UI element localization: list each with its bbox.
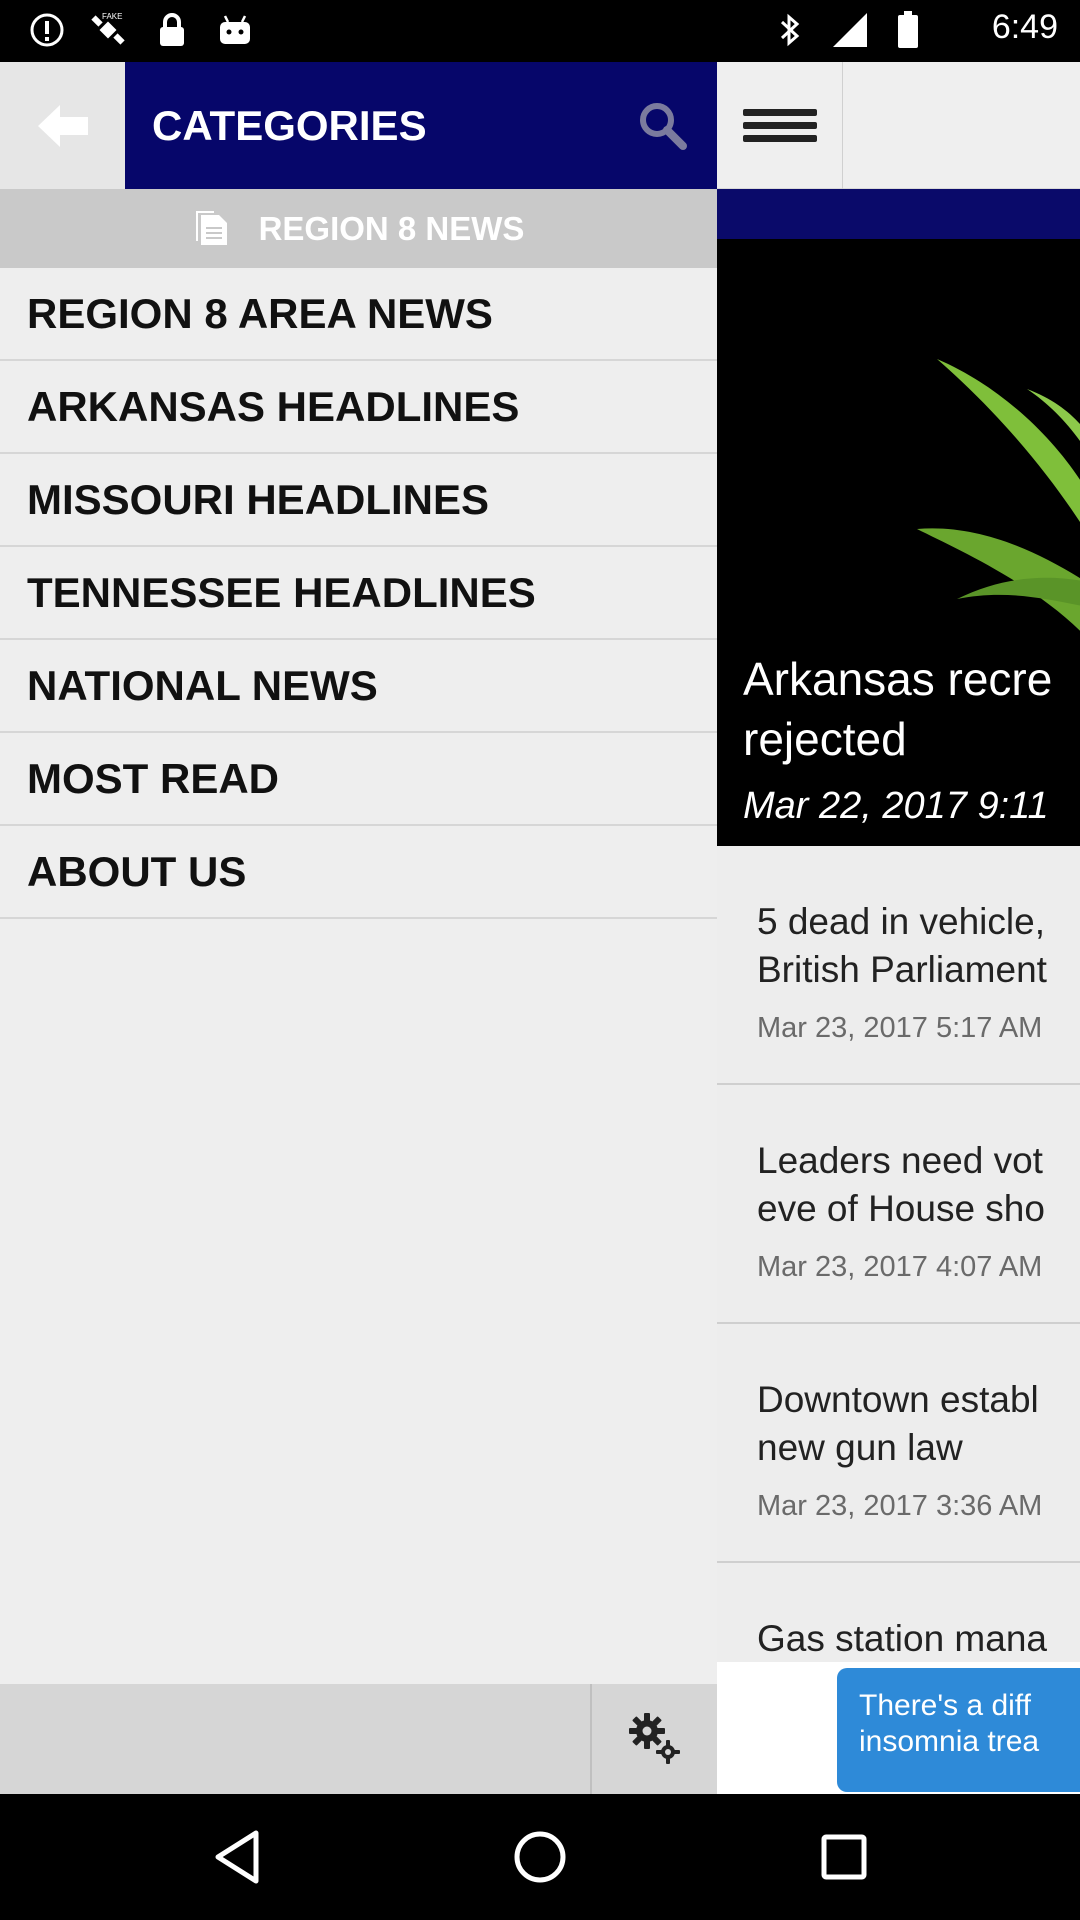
fake-gps-icon: FAKE bbox=[88, 10, 128, 50]
hero-title: Arkansas recre rejected bbox=[743, 653, 1053, 765]
status-time: 6:49 bbox=[991, 8, 1058, 46]
feed-banner bbox=[717, 189, 1080, 239]
alert-icon bbox=[27, 10, 67, 50]
story-item[interactable]: Downtown establ new gun law Mar 23, 2017… bbox=[717, 1324, 1080, 1563]
back-button[interactable] bbox=[0, 62, 125, 189]
svg-text:FAKE: FAKE bbox=[102, 12, 122, 21]
drawer-title: CATEGORIES bbox=[152, 102, 427, 149]
nav-recents-button[interactable] bbox=[814, 1827, 874, 1887]
menu-item-most-read[interactable]: MOST READ bbox=[0, 733, 717, 826]
drawer-header: CATEGORIES bbox=[0, 62, 717, 189]
menu-item-tennessee-headlines[interactable]: TENNESSEE HEADLINES bbox=[0, 547, 717, 640]
hamburger-icon bbox=[742, 103, 817, 148]
story-date: Mar 23, 2017 3:36 AM bbox=[757, 1490, 1043, 1522]
story-title: 5 dead in vehicle, British Parliament bbox=[757, 901, 1047, 990]
gears-icon bbox=[628, 1713, 680, 1764]
story-item[interactable]: Leaders need vot eve of House sho Mar 23… bbox=[717, 1085, 1080, 1324]
ad-banner[interactable]: There's a diff insomnia trea bbox=[717, 1662, 1080, 1794]
search-icon bbox=[640, 103, 687, 150]
battery-icon bbox=[888, 10, 928, 50]
story-title: Downtown establ new gun law bbox=[757, 1379, 1039, 1468]
ad-content: There's a diff insomnia trea bbox=[837, 1668, 1080, 1792]
story-date: Mar 23, 2017 5:17 AM bbox=[757, 1012, 1043, 1044]
menu-item-arkansas-headlines[interactable]: ARKANSAS HEADLINES bbox=[0, 361, 717, 454]
category-list: REGION 8 AREA NEWS ARKANSAS HEADLINES MI… bbox=[0, 268, 717, 919]
categories-bar: CATEGORIES bbox=[125, 62, 717, 189]
signal-icon bbox=[830, 10, 870, 50]
hero-story[interactable]: Arkansas recre rejected Mar 22, 2017 9:1… bbox=[717, 239, 1080, 846]
circle-home-icon bbox=[514, 1831, 566, 1883]
news-feed: Arkansas recre rejected Mar 22, 2017 9:1… bbox=[717, 62, 1080, 1794]
hero-date: Mar 22, 2017 9:11 bbox=[743, 785, 1049, 827]
menu-item-about-us[interactable]: ABOUT US bbox=[0, 826, 717, 919]
cannabis-leaf-image bbox=[917, 359, 1080, 631]
story-date: Mar 23, 2017 4:07 AM bbox=[757, 1251, 1043, 1283]
story-item[interactable]: 5 dead in vehicle, British Parliament Ma… bbox=[717, 846, 1080, 1085]
story-title: Leaders need vot eve of House sho bbox=[757, 1140, 1045, 1229]
menu-item-national-news[interactable]: NATIONAL NEWS bbox=[0, 640, 717, 733]
drawer-footer bbox=[0, 1684, 717, 1794]
story-title: Gas station mana bbox=[757, 1618, 1047, 1659]
status-bar: FAKE 6:49 bbox=[0, 0, 1080, 62]
triangle-back-icon bbox=[215, 1830, 259, 1884]
nav-home-button[interactable] bbox=[510, 1827, 570, 1887]
arrow-left-icon bbox=[37, 104, 88, 147]
nav-back-button[interactable] bbox=[207, 1827, 267, 1887]
bluetooth-icon bbox=[770, 10, 810, 50]
android-icon bbox=[215, 10, 255, 50]
document-icon bbox=[195, 210, 227, 245]
menu-item-missouri-headlines[interactable]: MISSOURI HEADLINES bbox=[0, 454, 717, 547]
section-header[interactable]: REGION 8 NEWS bbox=[0, 189, 717, 268]
feed-header bbox=[717, 62, 1080, 189]
menu-item-region-8-area-news[interactable]: REGION 8 AREA NEWS bbox=[0, 268, 717, 361]
settings-button[interactable] bbox=[590, 1684, 717, 1794]
square-recents-icon bbox=[821, 1834, 867, 1880]
lock-icon bbox=[152, 10, 192, 50]
system-nav-bar bbox=[0, 1794, 1080, 1920]
search-button[interactable] bbox=[637, 100, 687, 150]
section-label: REGION 8 NEWS bbox=[258, 209, 525, 247]
menu-button[interactable] bbox=[717, 62, 843, 189]
navigation-drawer: CATEGORIES REGION 8 NEWS REGION 8 AREA N… bbox=[0, 62, 717, 1794]
